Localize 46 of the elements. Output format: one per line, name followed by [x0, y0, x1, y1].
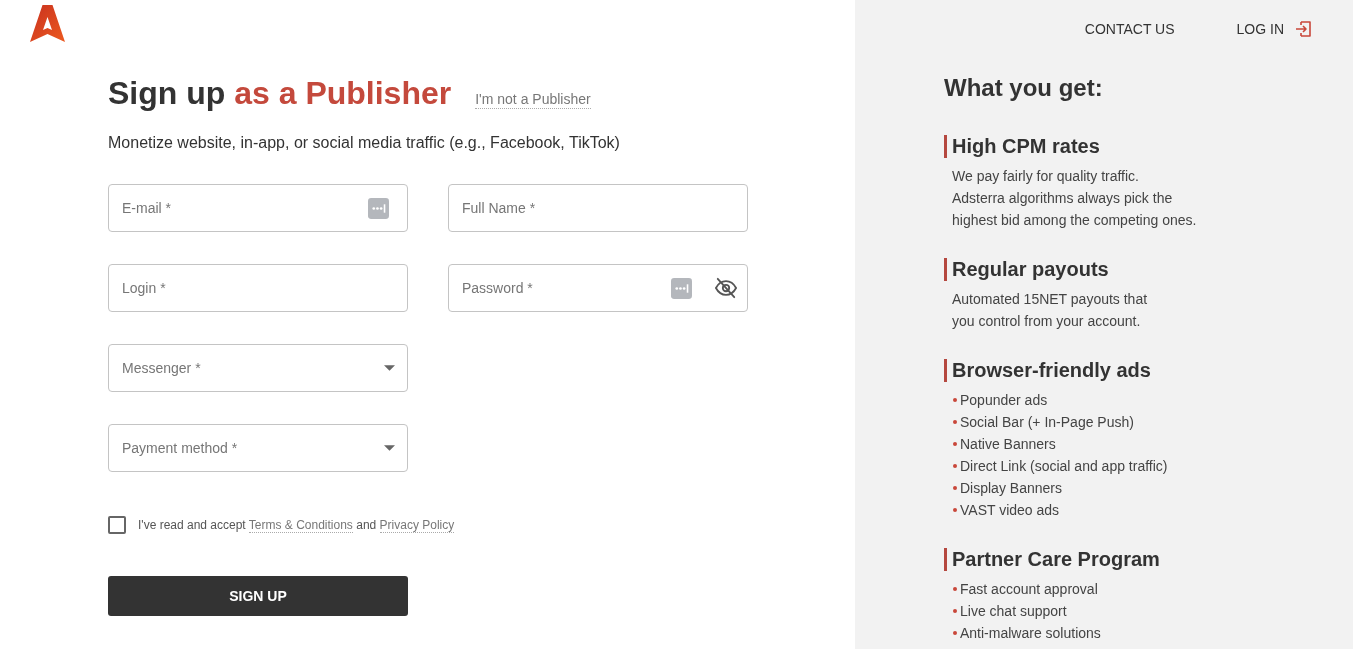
benefit-item: Anti-malware solutions — [960, 624, 1101, 643]
benefit-item: Direct Link (social and app traffic) — [960, 457, 1168, 476]
dropdown-field[interactable]: Payment method * — [108, 424, 408, 472]
benefit-text: We pay fairly for quality traffic. Adsterra algorithms always pick the highest bid among the competing ones. — [951, 167, 1198, 230]
eye-slash-icon[interactable] — [715, 277, 737, 299]
benefit-title: Partner Care Program — [944, 548, 1353, 571]
text-field[interactable]: Full Name * — [448, 184, 748, 232]
consent-text: I've read and accept Terms & Conditions and Privacy Policy — [138, 517, 455, 533]
text-field[interactable]: Login * — [108, 264, 408, 312]
terms-link[interactable]: Terms & Conditions — [248, 518, 353, 533]
log-in-link[interactable]: LOG IN — [1236, 19, 1311, 39]
contact-link[interactable]: CONTACT US — [1084, 19, 1175, 39]
password-field[interactable]: Password * — [448, 264, 748, 312]
bullet-icon — [953, 486, 957, 490]
email-field[interactable]: E-mail * — [108, 184, 408, 232]
checkbox[interactable] — [108, 516, 126, 534]
bullet-icon — [953, 442, 957, 446]
benefit-item: Live chat support — [960, 602, 1067, 621]
caret-icon — [384, 445, 395, 451]
benefit-item: Native Banners — [960, 435, 1056, 454]
benefit-item: Popunder ads — [960, 391, 1048, 410]
logo-icon[interactable] — [30, 5, 65, 42]
bullet-icon — [953, 609, 957, 613]
bullet-icon — [953, 508, 957, 512]
caret-icon — [384, 365, 395, 371]
bullet-icon — [953, 420, 957, 424]
privacy-policy-link[interactable]: Privacy Policy — [379, 518, 455, 533]
switch-role-link[interactable]: I'm not a Publisher — [475, 91, 591, 109]
bullet-icon — [953, 464, 957, 468]
subtitle: Monetize website, in-app, or social media traffic (e.g., Facebook, TikTok) — [108, 133, 620, 153]
benefit-title: High CPM rates — [944, 135, 1353, 158]
benefit-item: Social Bar (+ In-Page Push) — [960, 413, 1134, 432]
login-icon — [1295, 21, 1311, 37]
bullet-icon — [953, 398, 957, 402]
bullet-icon — [953, 631, 957, 635]
benefit-text: Automated 15NET payouts that you control from your account. — [951, 290, 1149, 331]
benefits-heading: What you get: — [944, 74, 1104, 102]
benefit-item: Fast account approval — [960, 580, 1098, 599]
benefit-item: Display Banners — [960, 479, 1062, 498]
benefit-title: Regular payouts — [944, 258, 1353, 281]
dropdown-field[interactable]: Messenger * — [108, 344, 408, 392]
page-title: Sign up as a Publisher — [108, 74, 452, 113]
sign-up-button[interactable]: SIGN UP — [108, 576, 408, 616]
benefit-item: VAST video ads — [960, 501, 1060, 520]
bullet-icon — [953, 587, 957, 591]
benefit-title: Browser-friendly ads — [944, 359, 1353, 382]
